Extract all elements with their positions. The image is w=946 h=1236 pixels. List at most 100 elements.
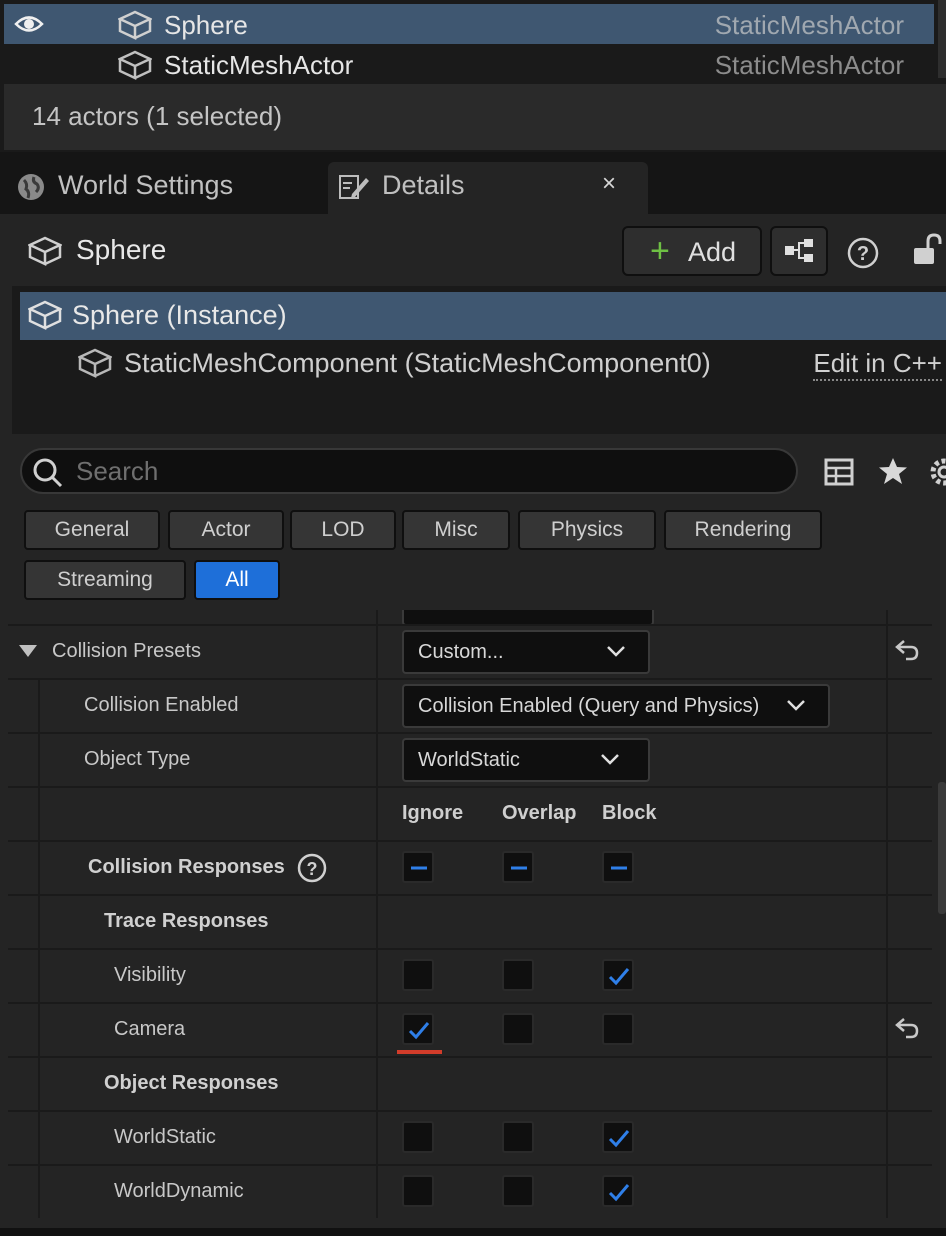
filter-misc[interactable]: Misc: [402, 510, 510, 550]
property-row-collision-responses: Collision Responses ?: [8, 840, 932, 894]
filter-streaming[interactable]: Streaming: [24, 560, 186, 600]
tab-label: Details: [382, 170, 465, 200]
chevron-down-icon: [606, 644, 626, 663]
modified-indicator: [397, 1050, 442, 1054]
overlap-checkbox[interactable]: [502, 959, 534, 991]
collision-enabled-dropdown[interactable]: Collision Enabled (Query and Physics): [402, 684, 830, 728]
blueprint-button[interactable]: [770, 226, 828, 276]
lock-icon[interactable]: [912, 232, 946, 273]
property-label: Collision Responses: [88, 856, 285, 878]
chevron-down-icon: [600, 752, 620, 771]
channel-row-worlddynamic: WorldDynamic: [8, 1164, 932, 1218]
overlap-checkbox[interactable]: [502, 1013, 534, 1045]
search-placeholder: Search: [76, 456, 159, 486]
static-mesh-icon: [27, 300, 63, 335]
channel-label: Camera: [114, 1018, 186, 1040]
block-checkbox[interactable]: [602, 1013, 634, 1045]
help-icon[interactable]: ?: [296, 852, 328, 889]
collision-presets-dropdown[interactable]: Custom...: [402, 630, 650, 674]
settings-gear-icon[interactable]: [926, 456, 946, 493]
outliner-scrollbar[interactable]: [938, 0, 946, 78]
ignore-checkbox[interactable]: [402, 1121, 434, 1153]
selected-actor-name: Sphere: [76, 234, 167, 265]
ignore-all-checkbox[interactable]: [402, 851, 434, 883]
dropdown-value: WorldStatic: [418, 749, 520, 771]
collapse-arrow-icon[interactable]: [18, 644, 38, 663]
outliner-status-bar: 14 actors (1 selected): [4, 84, 946, 150]
property-row-collision-enabled: Collision Enabled Collision Enabled (Que…: [8, 678, 932, 732]
reset-to-default-icon[interactable]: [894, 1016, 920, 1045]
section-label: Trace Responses: [104, 910, 269, 932]
favorites-star-icon[interactable]: [878, 456, 908, 491]
column-ignore: Ignore: [402, 802, 464, 824]
filter-lod[interactable]: LOD: [290, 510, 396, 550]
dropdown-value: Collision Enabled (Query and Physics): [418, 695, 760, 717]
add-button-label: Add: [688, 237, 737, 267]
dropdown-value: Custom...: [418, 641, 504, 663]
component-tree: Sphere (Instance) StaticMeshComponent (S…: [12, 286, 946, 434]
object-type-dropdown[interactable]: WorldStatic: [402, 738, 650, 782]
reset-to-default-icon[interactable]: [894, 638, 920, 667]
tab-label: World Settings: [58, 170, 234, 200]
help-icon[interactable]: ?: [846, 236, 880, 275]
channel-row-worldstatic: WorldStatic: [8, 1110, 932, 1164]
blueprint-hierarchy-icon: [784, 238, 816, 269]
filter-general[interactable]: General: [24, 510, 160, 550]
static-mesh-icon: [77, 348, 113, 383]
property-label: Collision Enabled: [84, 694, 239, 716]
block-checkbox[interactable]: [602, 1121, 634, 1153]
trace-responses-header: Trace Responses: [8, 894, 932, 948]
details-scrollbar[interactable]: [938, 782, 946, 914]
block-all-checkbox[interactable]: [602, 851, 634, 883]
static-mesh-icon: [117, 50, 153, 85]
filter-all[interactable]: All: [194, 560, 280, 600]
add-component-button[interactable]: + Add: [622, 226, 762, 276]
details-search-input[interactable]: Search: [20, 448, 798, 494]
filter-actor[interactable]: Actor: [168, 510, 284, 550]
chevron-down-icon: [786, 698, 806, 717]
tab-world-settings[interactable]: World Settings: [8, 162, 318, 214]
ignore-checkbox[interactable]: [402, 959, 434, 991]
channel-label: Visibility: [114, 964, 186, 986]
outliner-row[interactable]: Sphere StaticMeshActor: [4, 4, 934, 44]
close-tab-icon[interactable]: ×: [602, 170, 616, 198]
outliner-row-type: StaticMeshActor: [714, 10, 904, 40]
column-overlap: Overlap: [502, 802, 577, 824]
property-label: Collision Presets: [52, 640, 201, 662]
component-row[interactable]: Sphere (Instance): [20, 292, 946, 340]
component-label: Sphere (Instance): [72, 300, 287, 330]
ignore-checkbox[interactable]: [402, 1013, 434, 1045]
overlap-all-checkbox[interactable]: [502, 851, 534, 883]
ignore-checkbox[interactable]: [402, 1175, 434, 1207]
block-checkbox[interactable]: [602, 959, 634, 991]
block-checkbox[interactable]: [602, 1175, 634, 1207]
tab-details[interactable]: Details ×: [328, 162, 648, 214]
static-mesh-icon: [117, 10, 153, 45]
object-responses-header: Object Responses: [8, 1056, 932, 1110]
filter-rendering[interactable]: Rendering: [664, 510, 822, 550]
outliner-row-name: StaticMeshActor: [164, 50, 354, 80]
filter-physics[interactable]: Physics: [518, 510, 656, 550]
channel-label: WorldStatic: [114, 1126, 216, 1148]
property-grid: Collision Presets Custom... Collision En…: [0, 610, 934, 1232]
edit-icon: [338, 172, 370, 207]
column-block: Block: [602, 802, 657, 824]
outliner-row[interactable]: StaticMeshActor StaticMeshActor: [4, 44, 934, 84]
outliner-row-type: StaticMeshActor: [714, 50, 904, 80]
channel-row-camera: Camera: [8, 1002, 932, 1056]
overlap-checkbox[interactable]: [502, 1121, 534, 1153]
plus-icon: +: [650, 232, 670, 270]
channel-label: WorldDynamic: [114, 1180, 244, 1202]
svg-text:?: ?: [857, 243, 869, 265]
property-row-object-type: Object Type WorldStatic: [8, 732, 932, 786]
visibility-eye-icon[interactable]: [14, 13, 44, 40]
search-icon: [32, 457, 64, 494]
actor-count-text: 14 actors (1 selected): [32, 101, 283, 131]
details-panel: Sphere + Add ? Sphere (Instance) StaticM…: [0, 214, 946, 1236]
property-matrix-icon[interactable]: [824, 458, 854, 491]
response-column-headers: Ignore Overlap Block: [8, 786, 932, 840]
property-label: Object Type: [84, 748, 191, 770]
edit-in-cpp-link[interactable]: Edit in C++: [813, 348, 942, 381]
channel-row-visibility: Visibility: [8, 948, 932, 1002]
overlap-checkbox[interactable]: [502, 1175, 534, 1207]
